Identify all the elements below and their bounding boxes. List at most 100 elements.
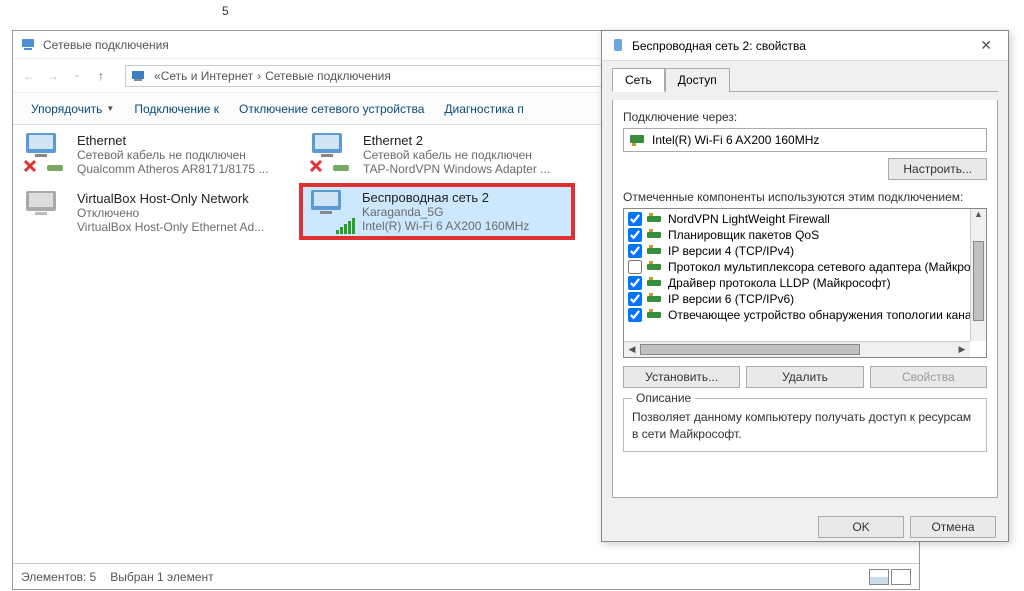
protocol-icon [647,228,663,242]
component-row[interactable]: Отвечающее устройство обнаружения тополо… [624,307,986,323]
component-checkbox[interactable] [628,292,642,306]
connection-adapter: VirtualBox Host-Only Ethernet Ad... [77,220,264,234]
connection-title: VirtualBox Host-Only Network [77,191,264,206]
breadcrumb-level1[interactable]: Сеть и Интернет [161,69,253,83]
device-field: Intel(R) Wi-Fi 6 AX200 160MHz [623,128,987,152]
protocol-icon [647,276,663,290]
cable-icon [47,163,67,173]
component-row[interactable]: Протокол мультиплексора сетевого адаптер… [624,259,986,275]
component-checkbox[interactable] [628,260,642,274]
component-checkbox[interactable] [628,212,642,226]
scroll-right-button[interactable]: ▶ [954,342,970,357]
selection-count: Выбран 1 элемент [110,570,213,584]
scroll-thumb[interactable] [973,241,984,321]
component-row[interactable]: Драйвер протокола LLDP (Майкрософт) [624,275,986,291]
install-button[interactable]: Установить... [623,366,740,388]
adapter-icon-wifi [306,190,354,232]
scroll-thumb-h[interactable] [640,344,860,355]
connection-status: Сетевой кабель не подключен [363,148,550,162]
cable-icon [333,163,353,173]
adapter-icon-disconnected [307,133,355,175]
control-panel-icon [132,69,148,83]
connection-title: Ethernet 2 [363,133,550,148]
connection-title: Беспроводная сеть 2 [362,190,529,205]
organize-menu[interactable]: Упорядочить▼ [23,98,122,120]
configure-button[interactable]: Настроить... [888,158,987,180]
connection-title: Ethernet [77,133,268,148]
component-checkbox[interactable] [628,276,642,290]
device-name: Intel(R) Wi-Fi 6 AX200 160MHz [652,133,819,147]
connect-to-button[interactable]: Подключение к [126,98,227,120]
component-label: Планировщик пакетов QoS [668,228,819,242]
connection-item-virtualbox[interactable]: VirtualBox Host-Only Network Отключено V… [17,187,289,238]
description-title: Описание [632,391,695,405]
connection-adapter: Qualcomm Atheros AR8171/8175 ... [77,162,268,176]
page-number: 5 [222,4,229,18]
vertical-scrollbar[interactable]: ▲ [970,209,986,341]
tab-access[interactable]: Доступ [665,68,730,92]
tab-network[interactable]: Сеть [612,68,665,92]
cancel-button[interactable]: Отмена [910,516,996,538]
component-label: NordVPN LightWeight Firewall [668,212,830,226]
details-view-button[interactable] [869,569,889,585]
breadcrumb-level2[interactable]: Сетевые подключения [265,69,391,83]
connection-status: Сетевой кабель не подключен [77,148,268,162]
component-row[interactable]: IP версии 4 (TCP/IPv4) [624,243,986,259]
connection-item-ethernet2[interactable]: Ethernet 2 Сетевой кабель не подключен T… [303,129,575,180]
component-label: Протокол мультиплексора сетевого адаптер… [668,260,971,274]
adapter-icon-disabled [21,191,69,233]
disable-device-button[interactable]: Отключение сетевого устройства [231,98,432,120]
component-row[interactable]: NordVPN LightWeight Firewall [624,211,986,227]
diagnose-button[interactable]: Диагностика п [436,98,531,120]
close-button[interactable]: ✕ [972,35,1000,56]
component-label: Драйвер протокола LLDP (Майкрософт) [668,276,891,290]
protocol-icon [647,244,663,258]
dialog-title-bar[interactable]: Беспроводная сеть 2: свойства ✕ [602,31,1008,61]
chevron-right-icon[interactable]: › [257,69,261,83]
connection-item-wireless2[interactable]: Беспроводная сеть 2 Karaganda_5G Intel(R… [301,185,573,238]
components-label: Отмеченные компоненты используются этим … [623,190,987,204]
network-tab-panel: Подключение через: Intel(R) Wi-Fi 6 AX20… [612,100,998,498]
connection-item-ethernet[interactable]: Ethernet Сетевой кабель не подключен Qua… [17,129,289,180]
properties-dialog: Беспроводная сеть 2: свойства ✕ Сеть Дос… [601,30,1009,542]
connect-via-label: Подключение через: [623,110,987,124]
wifi-adapter-icon [610,38,626,54]
x-icon [21,157,39,175]
signal-bars-icon [336,218,356,234]
component-checkbox[interactable] [628,244,642,258]
nic-icon [630,133,646,147]
uninstall-button[interactable]: Удалить [746,366,863,388]
protocol-icon [647,308,663,322]
scroll-left-button[interactable]: ◀ [624,342,640,357]
adapter-icon-disconnected [21,133,69,175]
component-row[interactable]: IP версии 6 (TCP/IPv6) [624,291,986,307]
up-button[interactable]: ↑ [93,69,109,83]
x-icon [307,157,325,175]
component-row[interactable]: Планировщик пакетов QoS [624,227,986,243]
component-label: Отвечающее устройство обнаружения тополо… [668,308,972,322]
window-title: Сетевые подключения [43,38,169,52]
components-list[interactable]: NordVPN LightWeight Firewall Планировщик … [623,208,987,358]
protocol-icon [647,292,663,306]
tab-bar: Сеть Доступ [612,67,998,92]
item-count: Элементов: 5 [21,570,96,584]
protocol-icon [647,212,663,226]
forward-button[interactable]: → [45,69,61,83]
component-checkbox[interactable] [628,228,642,242]
connection-adapter: Intel(R) Wi-Fi 6 AX200 160MHz [362,219,529,233]
connection-adapter: TAP-NordVPN Windows Adapter ... [363,162,550,176]
scroll-up-button[interactable]: ▲ [971,209,986,225]
horizontal-scrollbar[interactable]: ◀ ▶ [624,341,970,357]
ok-button[interactable]: OK [818,516,904,538]
back-button[interactable]: ← [21,69,37,83]
component-checkbox[interactable] [628,308,642,322]
network-connections-icon [21,37,37,53]
connection-status: Отключено [77,206,264,220]
recent-dropdown[interactable]: ⌄ [69,69,85,83]
description-group: Описание Позволяет данному компьютеру по… [623,398,987,452]
properties-button[interactable]: Свойства [870,366,987,388]
component-label: IP версии 6 (TCP/IPv6) [668,292,794,306]
dialog-title: Беспроводная сеть 2: свойства [632,39,806,53]
connection-status: Karaganda_5G [362,205,529,219]
icons-view-button[interactable] [891,569,911,585]
